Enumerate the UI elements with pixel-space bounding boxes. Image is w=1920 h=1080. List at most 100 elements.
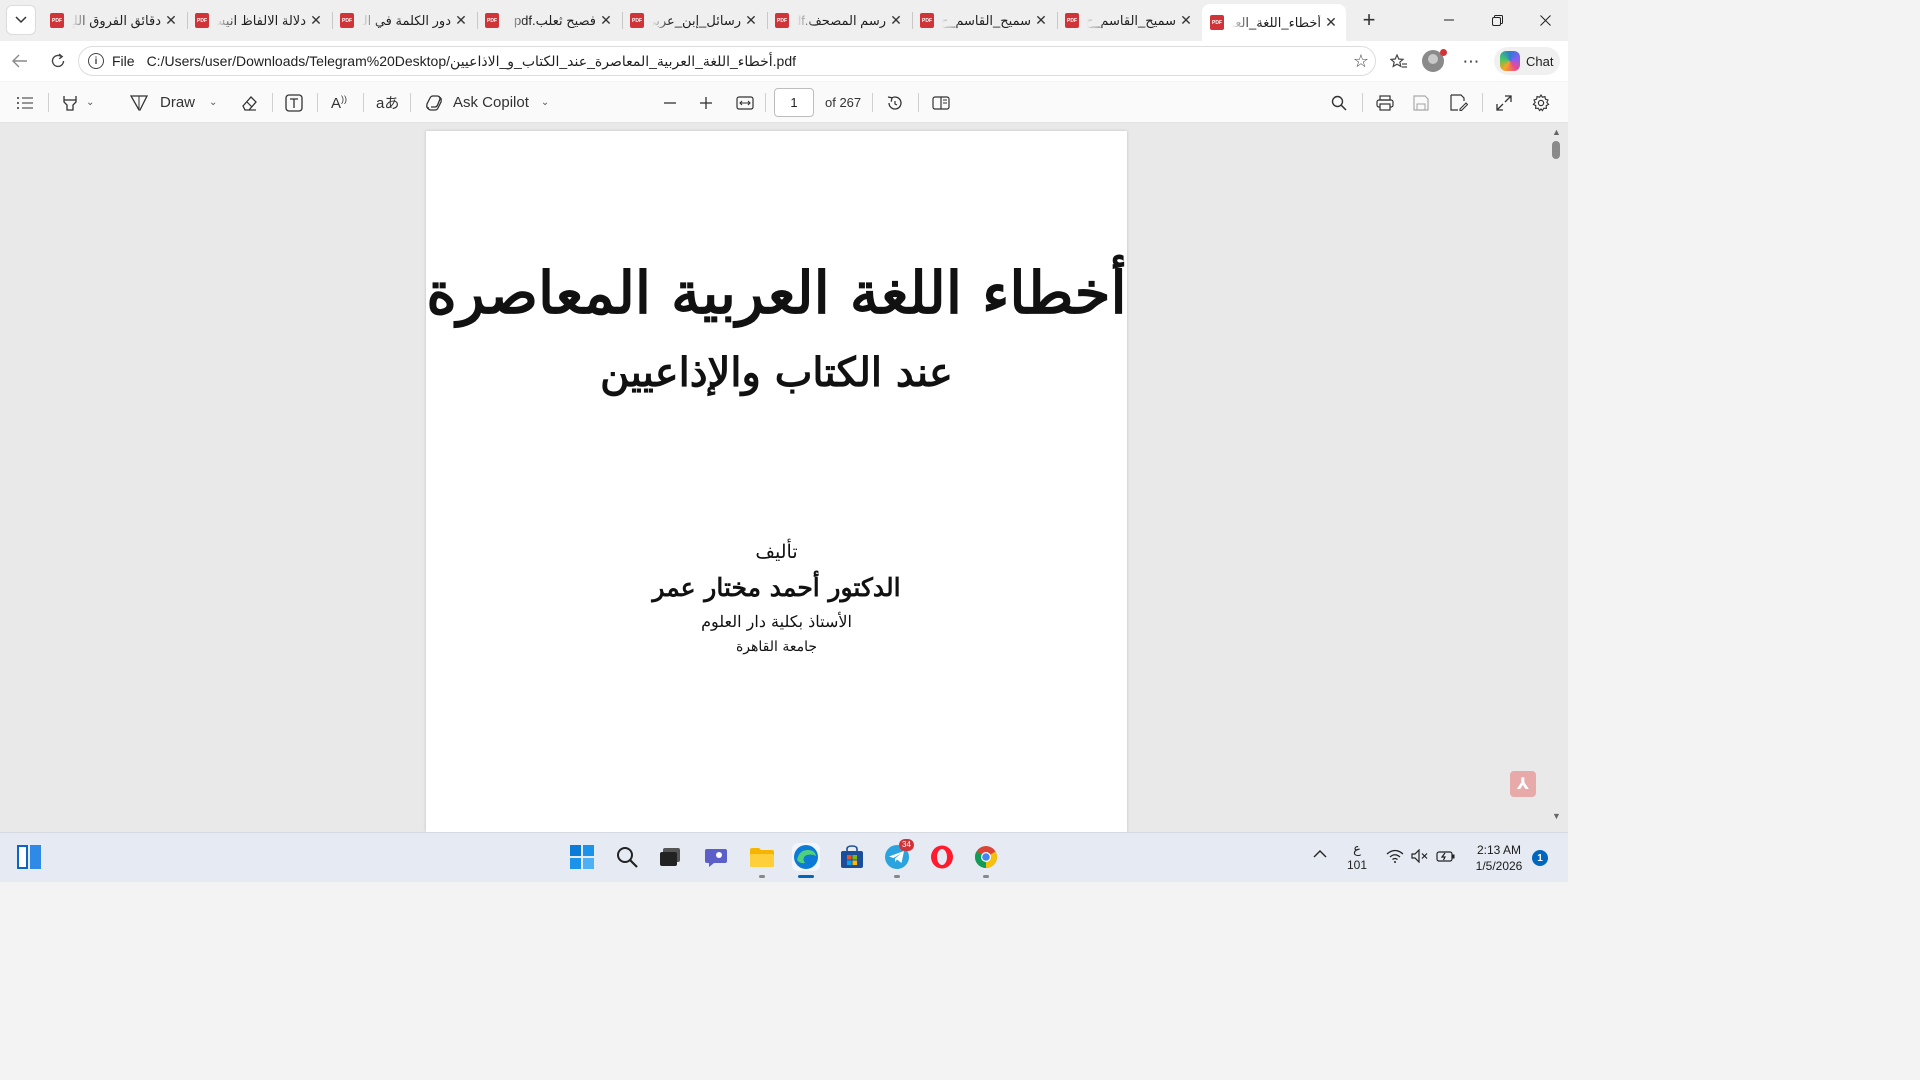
contents-button[interactable] — [16, 90, 34, 115]
rotate-icon — [887, 95, 902, 110]
scroll-down-icon[interactable]: ▼ — [1552, 811, 1561, 821]
new-tab-button[interactable]: + — [1356, 8, 1382, 34]
save-as-button[interactable] — [1450, 90, 1468, 115]
close-icon[interactable]: ✕ — [164, 12, 178, 29]
address-bar: i File C:/Users/user/Downloads/Telegram%… — [0, 41, 1568, 81]
tab-1[interactable]: PDF دقائق الفروق اللغ ✕ — [42, 4, 186, 37]
ask-copilot-button[interactable]: Ask Copilot ⌄ — [425, 90, 549, 115]
close-icon[interactable]: ✕ — [1034, 12, 1048, 29]
network-button[interactable] — [1386, 849, 1404, 866]
tab-7[interactable]: PDF سميح_القاسم_ح ✕ — [912, 4, 1056, 37]
tab-list-icon — [15, 16, 27, 24]
acrobat-icon[interactable]: ⅄ — [1510, 771, 1536, 797]
page-view-button[interactable] — [932, 90, 950, 115]
profile-alert-dot — [1440, 49, 1447, 56]
taskbar-search-icon — [617, 847, 638, 868]
close-icon[interactable]: ✕ — [599, 12, 613, 29]
highlight-button[interactable]: ⌄ — [62, 90, 94, 115]
toolbar-divider — [1362, 93, 1363, 112]
more-icon: ⋯ — [1462, 52, 1480, 71]
chat-app-button[interactable] — [702, 843, 730, 871]
translate-button[interactable]: aあ — [376, 90, 399, 115]
close-icon[interactable]: ✕ — [309, 12, 323, 29]
add-text-button[interactable] — [285, 90, 303, 115]
window-close-button[interactable] — [1522, 0, 1568, 40]
file-explorer-button[interactable] — [748, 843, 776, 871]
erase-button[interactable] — [240, 90, 258, 115]
minimize-button[interactable] — [1426, 0, 1472, 40]
running-indicator — [894, 875, 900, 878]
tab-2[interactable]: PDF دلالة الالفاظ انيس ✕ — [187, 4, 331, 37]
battery-icon — [1436, 851, 1455, 862]
restore-button[interactable] — [1474, 0, 1520, 40]
toolbar-divider — [317, 93, 318, 112]
chevron-down-icon[interactable]: ⌄ — [209, 97, 217, 108]
edge-button[interactable] — [792, 843, 820, 871]
copilot-chat-button[interactable]: Chat — [1494, 47, 1560, 75]
system-clock[interactable]: 2:13 AM 1/5/2026 — [1464, 842, 1534, 874]
wifi-icon — [1386, 849, 1404, 863]
print-button[interactable] — [1376, 90, 1394, 115]
tab-title: دور الكلمة في الل — [362, 12, 451, 28]
tab-list-button[interactable] — [6, 5, 36, 35]
pdf-viewer[interactable]: أخطاء اللغة العربية المعاصرة عند الكتاب … — [0, 123, 1568, 832]
volume-muted-icon — [1411, 848, 1428, 864]
close-icon[interactable]: ✕ — [744, 12, 758, 29]
close-icon[interactable]: ✕ — [1324, 14, 1338, 31]
opera-button[interactable] — [928, 843, 956, 871]
url-field[interactable]: i File C:/Users/user/Downloads/Telegram%… — [78, 46, 1376, 76]
zoom-out-button[interactable] — [663, 90, 677, 115]
zoom-in-button[interactable] — [699, 90, 713, 115]
back-icon — [12, 54, 27, 68]
scroll-thumb[interactable] — [1552, 141, 1560, 159]
toolbar-divider — [363, 93, 364, 112]
save-button[interactable] — [1413, 90, 1429, 115]
tab-4[interactable]: PDF فصيح ثعلب.pdf ✕ — [477, 4, 621, 37]
chrome-button[interactable] — [972, 843, 1000, 871]
fullscreen-button[interactable] — [1496, 90, 1512, 115]
pdf-icon: PDF — [340, 13, 354, 28]
close-icon[interactable]: ✕ — [454, 12, 468, 29]
page-number-input[interactable]: 1 — [774, 88, 814, 117]
close-icon[interactable]: ✕ — [1179, 12, 1193, 29]
keyboard-language-button[interactable]: ع 101 — [1346, 841, 1368, 873]
read-aloud-button[interactable]: A)) — [331, 90, 347, 115]
store-button[interactable] — [838, 843, 866, 871]
pdf-icon: PDF — [195, 13, 209, 28]
close-icon[interactable]: ✕ — [889, 12, 903, 29]
tab-title: رسم المصحف.pdf — [797, 12, 886, 28]
taskbar-search-button[interactable] — [613, 843, 641, 871]
pdf-icon: PDF — [485, 13, 499, 28]
vertical-scrollbar[interactable]: ▲ ▼ — [1548, 123, 1564, 832]
tab-5[interactable]: PDF رسائل_إبن_عربي_ ✕ — [622, 4, 766, 37]
draw-button[interactable]: Draw ⌄ — [130, 90, 217, 115]
info-icon[interactable]: i — [88, 53, 104, 69]
battery-button[interactable] — [1436, 849, 1456, 866]
chevron-down-icon[interactable]: ⌄ — [86, 97, 94, 108]
show-hidden-icons-button[interactable] — [1313, 847, 1327, 862]
tab-6[interactable]: PDF رسم المصحف.pdf ✕ — [767, 4, 911, 37]
task-view-button[interactable] — [656, 843, 684, 871]
favorite-star-icon[interactable]: ☆ — [1353, 51, 1369, 72]
volume-button[interactable] — [1411, 848, 1429, 866]
tab-9-active[interactable]: PDF أخطاء_اللغة_العر ✕ — [1202, 4, 1346, 41]
telegram-button[interactable]: 34 — [883, 839, 914, 871]
back-button[interactable] — [8, 49, 32, 73]
notification-badge[interactable]: 1 — [1532, 850, 1548, 866]
scroll-up-icon[interactable]: ▲ — [1552, 127, 1561, 137]
tab-3[interactable]: PDF دور الكلمة في الل ✕ — [332, 4, 476, 37]
rotate-button[interactable] — [886, 90, 904, 115]
chevron-down-icon[interactable]: ⌄ — [541, 97, 549, 108]
more-button[interactable]: ⋯ — [1458, 49, 1484, 75]
taskbar-start-button[interactable] — [568, 843, 596, 871]
telegram-badge: 34 — [899, 839, 914, 851]
fit-page-button[interactable] — [736, 90, 754, 115]
refresh-button[interactable] — [46, 49, 70, 73]
favorites-button[interactable] — [1386, 49, 1412, 75]
tab-8[interactable]: PDF سميح_القاسم_ح ✕ — [1057, 4, 1201, 37]
settings-button[interactable] — [1532, 90, 1550, 115]
pdf-icon: PDF — [1210, 15, 1224, 30]
windows-start-button[interactable] — [15, 843, 43, 871]
author-university: جامعة القاهرة — [735, 639, 818, 655]
search-button[interactable] — [1331, 90, 1347, 115]
